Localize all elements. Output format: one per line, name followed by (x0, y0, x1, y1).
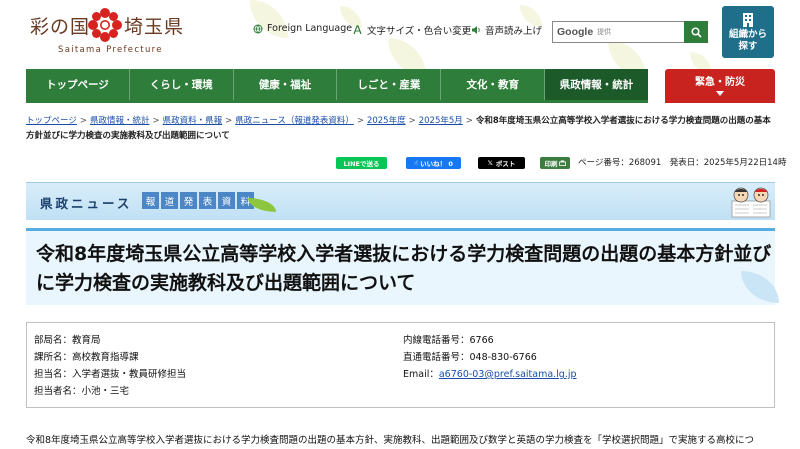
org-button-line2: 探す (738, 41, 758, 52)
emergency-button[interactable]: 緊急・防災 (665, 69, 775, 103)
contact-info-right: 内線電話番号：6766 直通電話番号：048-830-6766 Email：a6… (403, 332, 577, 383)
tag-char: 表 (199, 192, 216, 209)
breadcrumb-link[interactable]: 県政情報・統計 (90, 116, 150, 126)
breadcrumb-separator: > (465, 116, 473, 126)
print-button[interactable]: 印刷 (540, 157, 570, 169)
breadcrumb-link[interactable]: 県政ニュース（報道発表資料） (235, 116, 354, 126)
read-aloud-link[interactable]: 音声読み上げ (470, 23, 542, 37)
building-icon (743, 13, 753, 27)
department: 部局名：教育局 (34, 335, 101, 346)
section-banner: 県政ニュース 報 道 発 表 資 料 (26, 182, 775, 220)
nav-item-health[interactable]: 健康・福祉 (234, 69, 338, 100)
tag-char: 道 (161, 192, 178, 209)
breadcrumb-separator: > (356, 116, 364, 126)
site-logo[interactable]: 彩の国 埼玉県 Saitama Prefecture (30, 8, 190, 60)
search-icon (691, 26, 702, 38)
google-logo: Google (557, 26, 594, 38)
foreign-language-link[interactable]: Foreign Language (252, 23, 352, 34)
search-placeholder: 提供 (597, 28, 612, 36)
chevron-down-icon (716, 91, 724, 96)
staff-unit: 担当名：入学者選抜・教員研修担当 (34, 369, 187, 380)
site-search: Google 提供 (552, 21, 708, 43)
facebook-like-button[interactable]: ☝ いいね！ 0 (406, 157, 461, 169)
article-body-text: 令和8年度埼玉県公立高等学校入学者選抜における学力検査問題の出題の基本方針、実施… (26, 435, 755, 446)
page-meta: ページ番号：268091 発表日：2025年5月22日14時 (578, 158, 787, 168)
nav-item-government[interactable]: 県政情報・統計 (545, 69, 648, 100)
breadcrumb-link[interactable]: 県政資料・県報 (163, 116, 223, 126)
emergency-label: 緊急・防災 (695, 77, 745, 88)
text-size-icon (352, 25, 363, 36)
extension-phone: 内線電話番号：6766 (403, 335, 494, 346)
text-size-color-link[interactable]: 文字サイズ・色合い変更 (352, 23, 471, 37)
foreign-language-label: Foreign Language (267, 23, 353, 34)
breadcrumb: トップページ > 県政情報・統計 > 県政資料・県報 > 県政ニュース（報道発表資料） >20… (26, 114, 776, 144)
logo-text-en: Saitama Prefecture (58, 45, 163, 55)
globe-icon (252, 23, 263, 34)
text-size-color-label: 文字サイズ・色合い変更 (367, 26, 472, 37)
contact-info: 部局名：教育局 課所名：高校教育指導課 担当名：入学者選抜・教員研修担当 担当者… (26, 322, 775, 408)
breadcrumb-link[interactable]: トップページ (26, 116, 77, 126)
search-input[interactable]: Google 提供 (552, 21, 685, 43)
x-post-button[interactable]: 𝕏 ポスト (478, 157, 525, 169)
mascot-newspaper-icon (731, 187, 771, 218)
nav-underline (26, 100, 648, 103)
breadcrumb-separator: > (152, 116, 160, 126)
breadcrumb-link[interactable]: 2025年5月 (419, 116, 463, 126)
article-title-block: 令和8年度埼玉県公立高等学校入学者選抜における学力検査問題の出題の基本方針並びに… (26, 228, 779, 305)
banner-title: 県政ニュース (40, 196, 133, 211)
breadcrumb-separator: > (225, 116, 233, 126)
email-row: Email：a6760-03@pref.saitama.lg.jp (403, 366, 577, 383)
breadcrumb-separator: > (79, 116, 87, 126)
leaf-icon (248, 198, 276, 212)
thumbs-up-icon: ☝ (414, 159, 419, 167)
prefecture-emblem-icon (88, 8, 122, 42)
site-header: 彩の国 埼玉県 Saitama Prefecture Foreign Langu… (0, 0, 800, 68)
x-post-label: ポスト (495, 160, 516, 168)
tag-char: 資 (218, 192, 235, 209)
tag-char: 報 (142, 192, 159, 209)
nav-item-work[interactable]: しごと・産業 (337, 69, 442, 100)
nav-item-culture[interactable]: 文化・教育 (441, 69, 546, 100)
breadcrumb-link[interactable]: 2025年度 (367, 116, 406, 126)
print-icon (558, 160, 566, 166)
logo-text-sainokuni: 彩の国 (30, 16, 91, 38)
read-aloud-label: 音声読み上げ (485, 26, 543, 37)
section: 課所名：高校教育指導課 (34, 352, 139, 363)
press-release-tag: 報 道 発 表 資 料 (142, 192, 254, 209)
contact-info-left: 部局名：教育局 課所名：高校教育指導課 担当名：入学者選抜・教員研修担当 担当者… (34, 332, 186, 400)
print-label: 印刷 (544, 160, 558, 168)
tag-char: 発 (180, 192, 197, 209)
staff-name: 担当者名：小池・三宅 (34, 386, 130, 397)
page-title: 令和8年度埼玉県公立高等学校入学者選抜における学力検査問題の出題の基本方針並びに… (36, 243, 772, 294)
email-link[interactable]: a6760-03@pref.saitama.lg.jp (439, 369, 577, 380)
speaker-icon (470, 25, 481, 36)
search-button[interactable] (684, 21, 708, 43)
search-by-organization-button[interactable]: 組織から 探す (722, 6, 774, 58)
facebook-like-label: いいね！ 0 (420, 160, 453, 168)
x-logo-icon: 𝕏 (487, 159, 493, 167)
breadcrumb-separator: > (408, 116, 416, 126)
email-label: Email： (403, 369, 439, 380)
line-share-button[interactable]: LINEで送る (336, 157, 387, 169)
nav-item-life[interactable]: くらし・環境 (130, 69, 234, 100)
global-nav: トップページ くらし・環境 健康・福祉 しごと・産業 文化・教育 県政情報・統計 (26, 69, 648, 100)
nav-item-top[interactable]: トップページ (26, 69, 130, 100)
direct-phone: 直通電話番号：048-830-6766 (403, 352, 537, 363)
org-button-line1: 組織から (728, 29, 767, 40)
logo-text-saitamaken: 埼玉県 (124, 16, 185, 38)
